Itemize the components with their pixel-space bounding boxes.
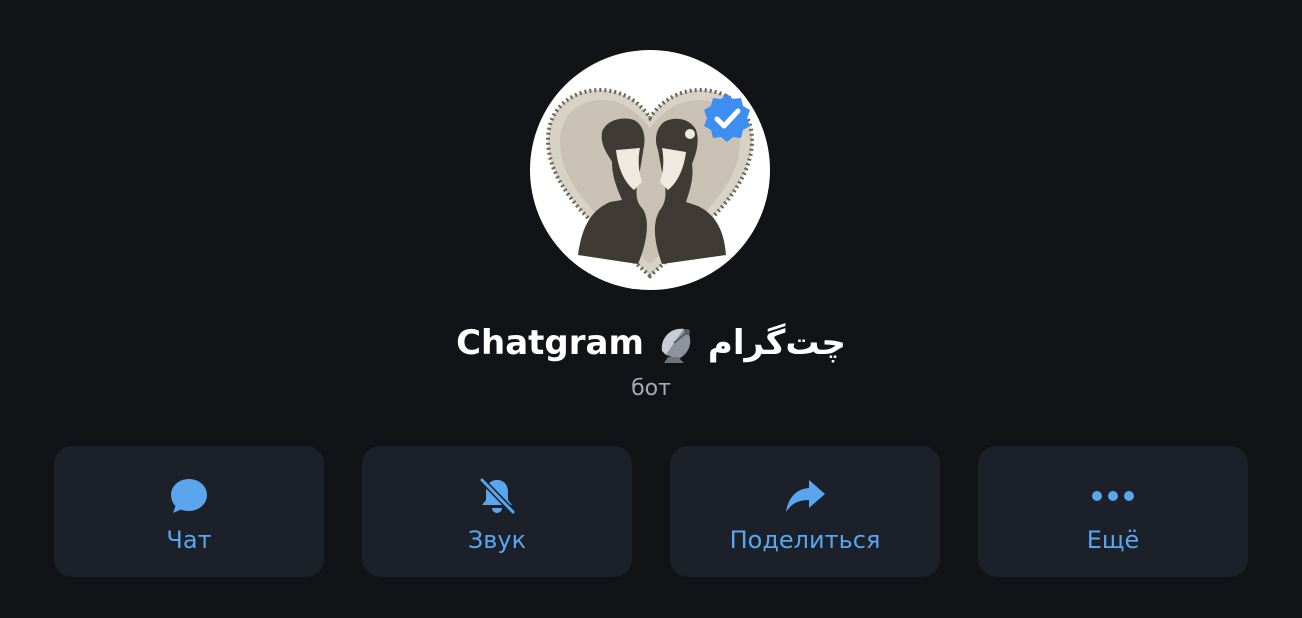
share-arrow-icon: [783, 474, 827, 518]
profile-name: Chatgram چت‌گرام: [0, 318, 1302, 368]
share-label: Поделиться: [729, 526, 881, 554]
satellite-dish-icon: [661, 328, 691, 363]
verified-badge-icon: [704, 94, 750, 142]
chat-button[interactable]: Чат: [54, 446, 324, 577]
profile-page: Chatgram چت‌گرام бот Чат: [0, 0, 1302, 618]
avatar[interactable]: [530, 50, 770, 290]
share-button[interactable]: Поделиться: [670, 446, 940, 577]
chat-bubble-icon: [167, 474, 211, 518]
profile-subtitle: бот: [631, 376, 671, 401]
couple-heart-image: [545, 87, 755, 279]
action-bar: Чат Звук Поделиться Ещё: [54, 446, 1248, 577]
more-label: Ещё: [1086, 526, 1140, 554]
sound-label: Звук: [467, 526, 527, 554]
chat-label: Чат: [166, 526, 212, 554]
more-dots-icon: [1091, 474, 1135, 518]
bell-muted-icon: [475, 474, 519, 518]
sound-button[interactable]: Звук: [362, 446, 632, 577]
name-persian: چت‌گرام: [707, 323, 846, 363]
name-latin: Chatgram: [456, 323, 644, 363]
more-button[interactable]: Ещё: [978, 446, 1248, 577]
